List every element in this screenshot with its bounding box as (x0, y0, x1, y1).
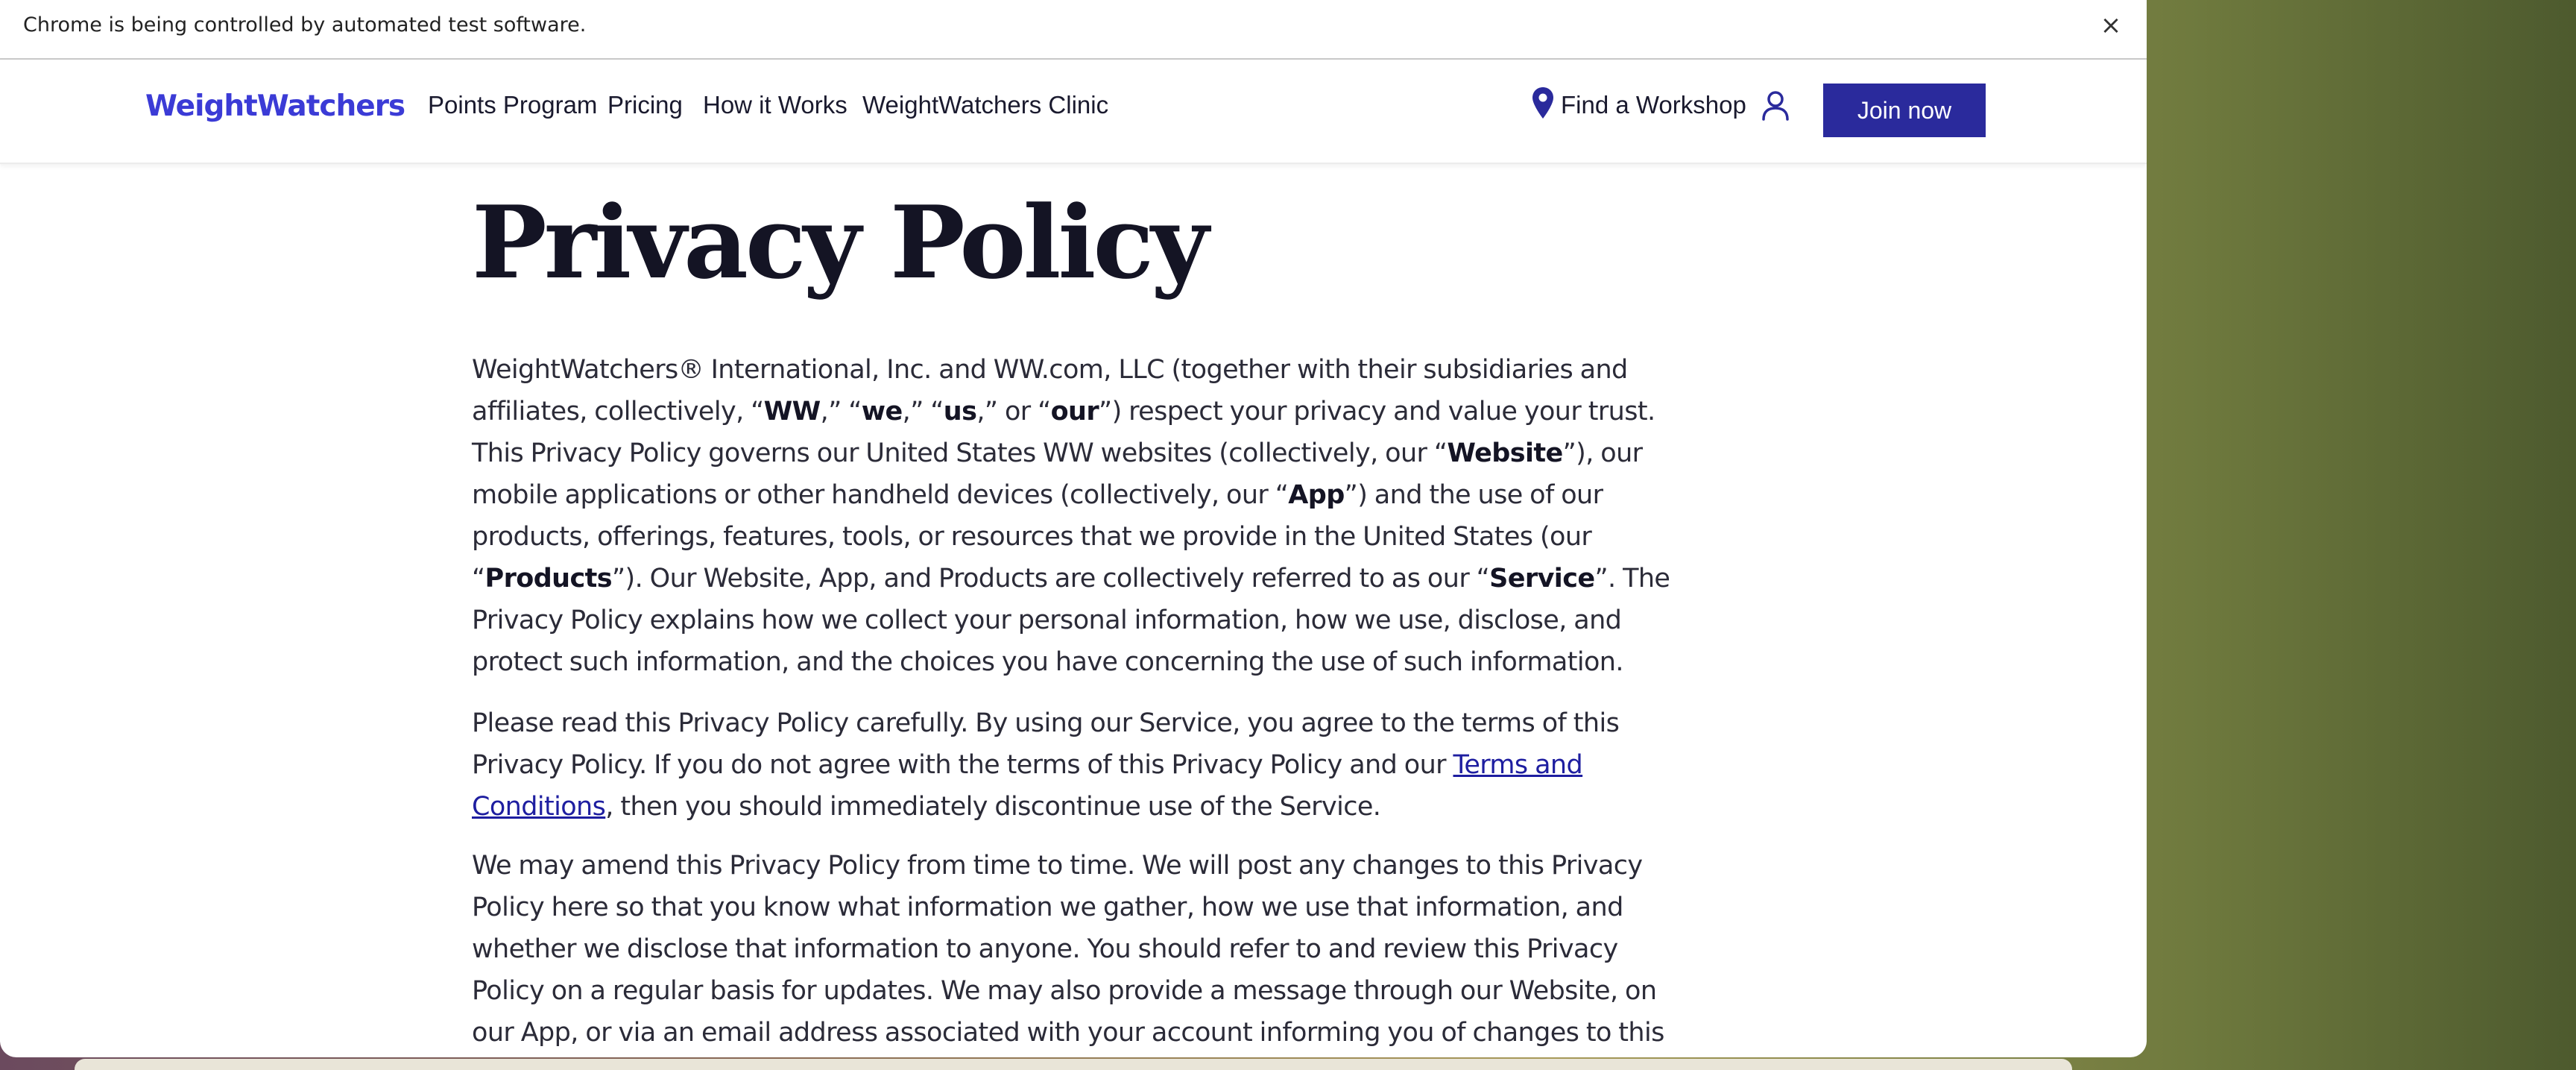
browser-window: Chrome is being controlled by automated … (0, 0, 2147, 1057)
term-app: App (1288, 480, 1345, 510)
amendments-paragraph: We may amend this Privacy Policy from ti… (472, 851, 1664, 1048)
policy-content: Privacy Policy WeightWatchers® Internati… (472, 179, 1679, 1048)
automation-infobar: Chrome is being controlled by automated … (0, 0, 2147, 60)
term-website: Website (1447, 438, 1563, 468)
p1-text-3: ,” “ (902, 397, 944, 427)
term-us: us (943, 397, 977, 427)
p1-text-2: ,” “ (820, 397, 862, 427)
agreement-paragraph: Please read this Privacy Policy carefull… (472, 702, 1679, 828)
nav-pricing[interactable]: Pricing (607, 91, 683, 119)
term-products: Products (484, 564, 613, 594)
p2-text-2: , then you should immediately discontinu… (605, 792, 1381, 822)
p1-text-8: ”). Our Website, App, and Products are c… (612, 564, 1490, 594)
user-icon[interactable] (1761, 89, 1790, 122)
find-workshop-link[interactable]: Find a Workshop (1561, 91, 1746, 119)
p1-text-4: ,” or “ (976, 397, 1051, 427)
nav-points-program[interactable]: Points Program (428, 91, 597, 119)
page-title: Privacy Policy (472, 183, 1209, 301)
join-now-button[interactable]: Join now (1823, 84, 1986, 137)
weightwatchers-logo[interactable]: WeightWatchers (145, 89, 405, 123)
term-ww: WW (763, 397, 821, 427)
close-icon[interactable]: × (2096, 9, 2126, 42)
p2-text-1: Please read this Privacy Policy carefull… (472, 708, 1620, 780)
infobar-message: Chrome is being controlled by automated … (23, 13, 587, 37)
nav-how-it-works[interactable]: How it Works (703, 91, 847, 119)
site-header: WeightWatchers Points Program Pricing Ho… (0, 60, 2147, 164)
intro-paragraph: WeightWatchers® International, Inc. and … (472, 349, 1679, 683)
term-service: Service (1489, 564, 1595, 594)
map-pin-icon[interactable] (1532, 86, 1554, 119)
background-window-edge (75, 1059, 2072, 1070)
term-our: our (1050, 397, 1099, 427)
term-we: we (861, 397, 903, 427)
nav-weightwatchers-clinic[interactable]: WeightWatchers Clinic (862, 91, 1108, 119)
